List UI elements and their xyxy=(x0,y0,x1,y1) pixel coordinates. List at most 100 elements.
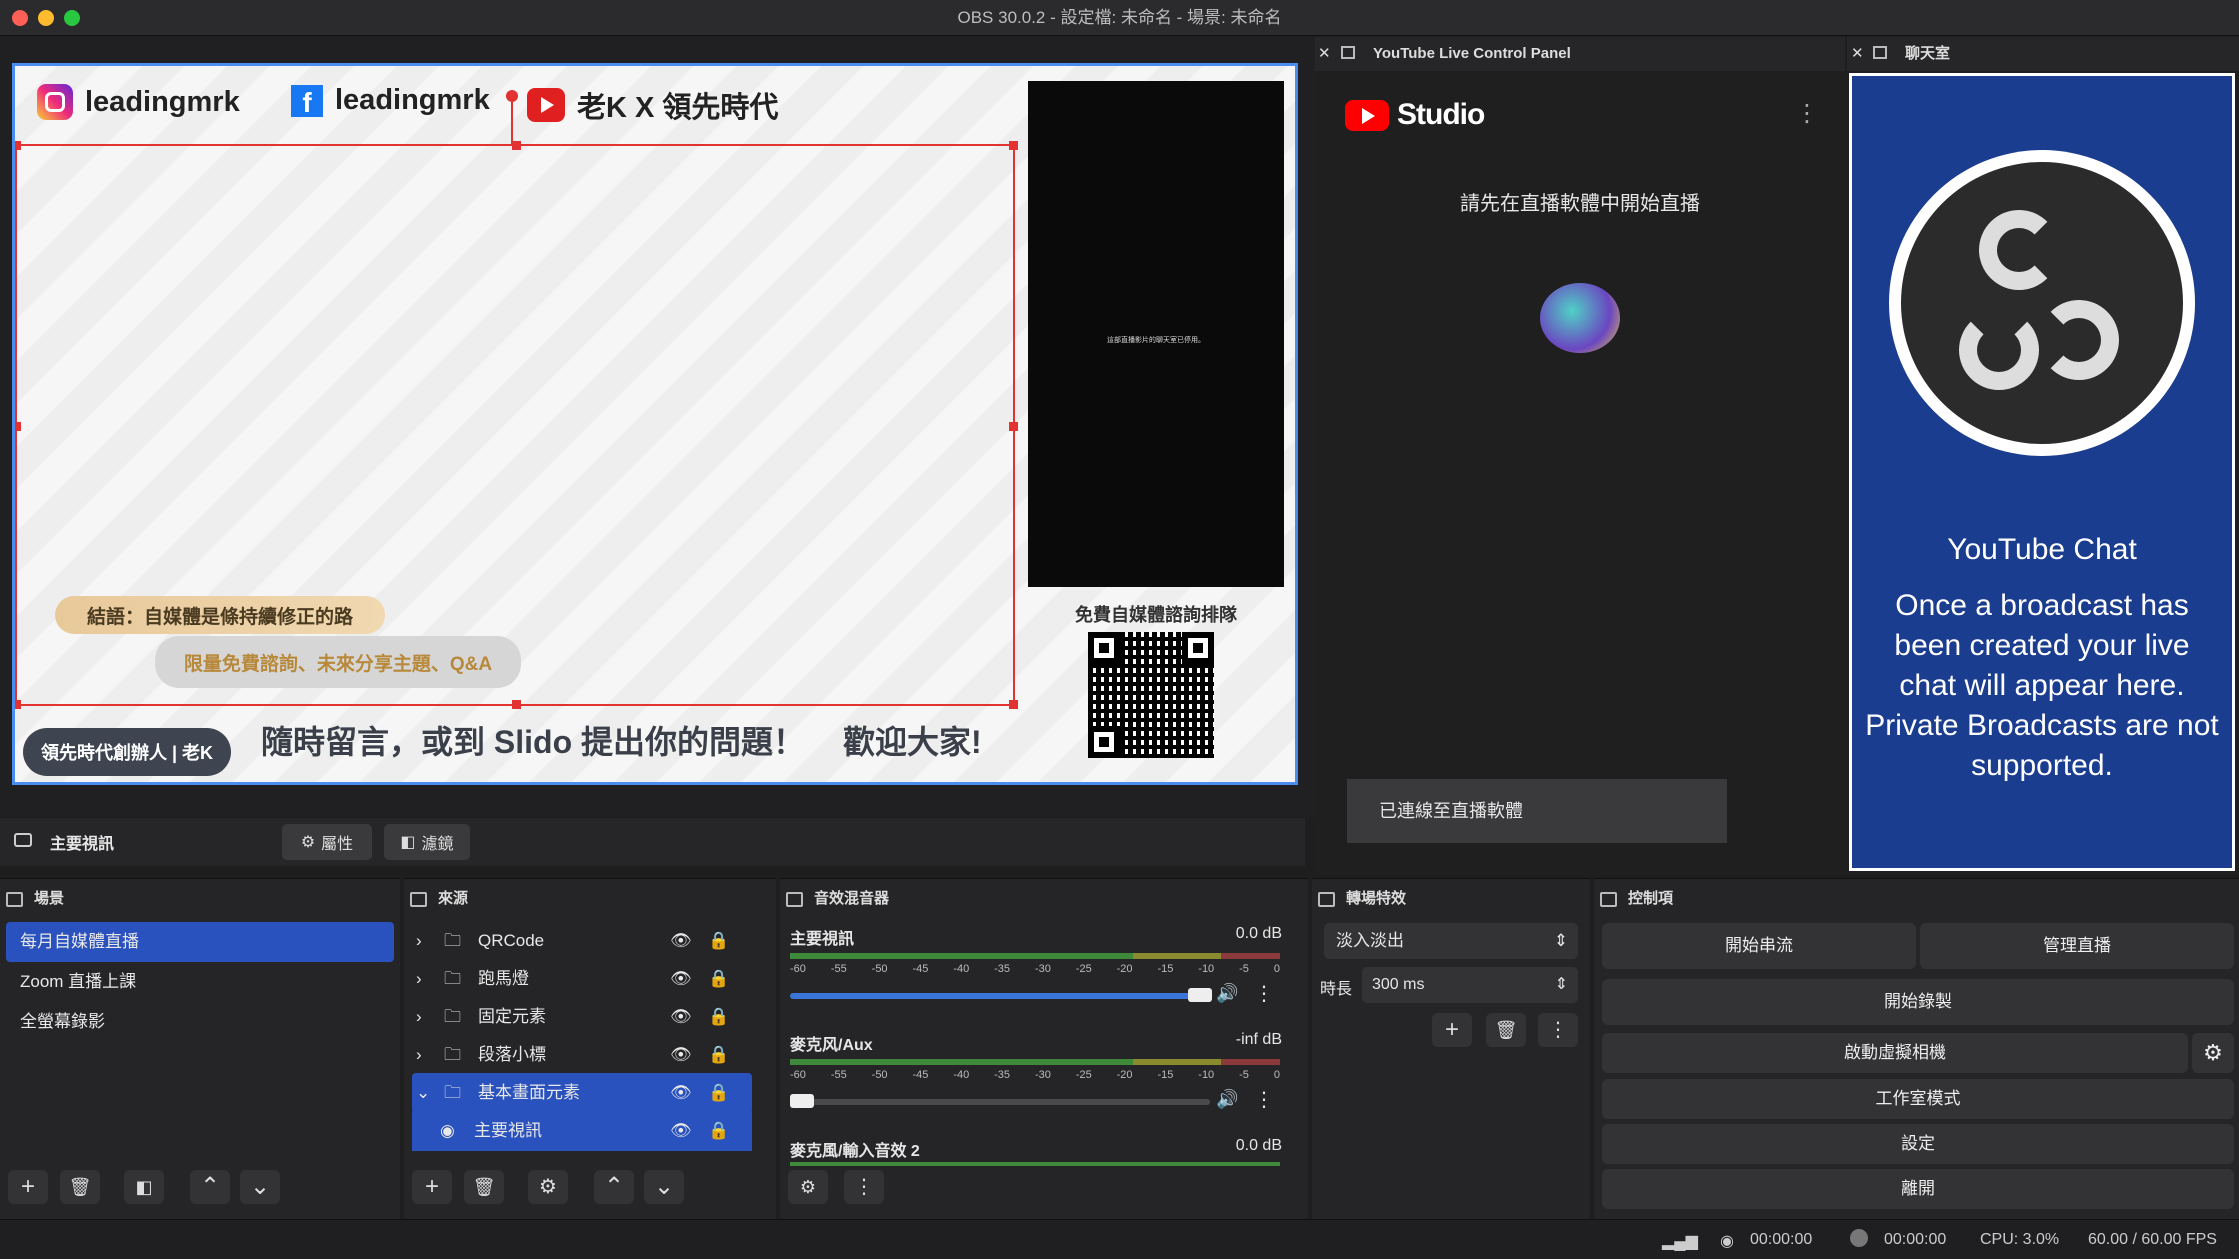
close-icon[interactable]: ✕ xyxy=(1318,37,1331,71)
add-scene-icon[interactable]: + xyxy=(8,1170,48,1204)
move-up-icon[interactable]: ⌃ xyxy=(190,1170,230,1204)
volume-meter xyxy=(790,1162,1280,1166)
add-source-icon[interactable]: + xyxy=(412,1170,452,1204)
preview-canvas[interactable]: leadingmrk f leadingmrk 老K X 領先時代 這部直播影片… xyxy=(12,63,1298,785)
lock-icon[interactable]: 🔒 xyxy=(708,921,729,961)
chevron-down-icon[interactable]: ⌄ xyxy=(416,1073,430,1113)
transition-menu-icon[interactable]: ⋮ xyxy=(1538,1013,1578,1047)
more-options-icon[interactable]: ⋮ xyxy=(1254,981,1274,1006)
resize-handle[interactable] xyxy=(512,141,521,150)
volume-slider[interactable] xyxy=(790,1099,1210,1105)
title-bar: OBS 30.0.2 - 設定檔: 未命名 - 場景: 未命名 xyxy=(0,0,2239,36)
resize-handle[interactable] xyxy=(512,700,521,709)
remove-scene-icon[interactable]: 🗑 xyxy=(60,1170,100,1204)
studio-mode-button[interactable]: 工作室模式 xyxy=(1602,1079,2234,1119)
add-transition-icon[interactable]: + xyxy=(1432,1013,1472,1047)
consult-pill: 限量免費諮詢、未來分享主題、Q&A xyxy=(155,636,521,688)
yt-message: 請先在直播軟體中開始直播 xyxy=(1460,193,1700,215)
more-options-icon[interactable]: ⋮ xyxy=(1795,99,1819,128)
source-label: 基本畫面元素 xyxy=(478,1083,580,1102)
start-recording-button[interactable]: 開始錄製 xyxy=(1602,979,2234,1025)
eye-icon[interactable]: 👁 xyxy=(670,921,692,961)
scene-item[interactable]: 全螢幕錄影 xyxy=(6,1002,394,1042)
eye-icon[interactable]: 👁 xyxy=(670,1111,692,1151)
chat-panel-title: 聊天室 xyxy=(1905,45,1951,62)
eye-icon[interactable]: 👁 xyxy=(670,997,692,1037)
eye-icon[interactable]: 👁 xyxy=(670,959,692,999)
resize-handle[interactable] xyxy=(1009,422,1018,431)
lock-icon[interactable]: 🔒 xyxy=(708,1035,729,1075)
source-item-child[interactable]: 主要視訊 ◉ 👁 🔒 xyxy=(412,1111,752,1151)
channel-db: -inf dB xyxy=(1235,1031,1282,1048)
move-up-icon[interactable]: ⌃ xyxy=(594,1170,634,1204)
youtube-icon xyxy=(527,88,565,122)
rotation-handle[interactable] xyxy=(506,90,518,102)
chat-panel: ✕ 聊天室 YouTube Chat Once a broadcast has … xyxy=(1847,37,2239,875)
exit-button[interactable]: 離開 xyxy=(1602,1169,2234,1209)
duration-value: 300 ms xyxy=(1372,976,1425,993)
resize-handle[interactable] xyxy=(15,141,21,150)
stepper-icon[interactable]: ⇕ xyxy=(1555,967,1568,1003)
resize-handle[interactable] xyxy=(15,422,21,431)
channel-name: 麥克风/Aux xyxy=(790,1037,873,1054)
scene-item[interactable]: Zoom 直播上課 xyxy=(6,962,394,1002)
chevron-right-icon[interactable]: › xyxy=(416,959,422,999)
virtual-camera-settings-icon[interactable]: ⚙ xyxy=(2192,1033,2234,1073)
source-item[interactable]: 跑馬燈 › 🗀 👁 🔒 xyxy=(416,959,756,999)
youtube-logo-icon xyxy=(1345,99,1389,131)
float-icon[interactable] xyxy=(1873,46,1887,59)
yt-panel-title: YouTube Live Control Panel xyxy=(1373,45,1571,62)
remove-transition-icon[interactable]: 🗑 xyxy=(1486,1013,1526,1047)
filters-button[interactable]: ◧ 濾鏡 xyxy=(384,824,470,860)
lock-icon[interactable]: 🔒 xyxy=(708,997,729,1037)
volume-slider-handle[interactable] xyxy=(790,1094,814,1108)
source-label: 主要視訊 xyxy=(474,1121,542,1140)
resize-handle[interactable] xyxy=(1009,141,1018,150)
source-properties-icon[interactable]: ⚙ xyxy=(528,1170,568,1204)
lock-icon[interactable]: 🔒 xyxy=(708,1073,729,1113)
mixer-menu-icon[interactable]: ⋮ xyxy=(844,1170,884,1204)
lock-icon[interactable]: 🔒 xyxy=(708,1111,729,1151)
source-item-selected[interactable]: 基本畫面元素 ⌄ 🗀 👁 🔒 xyxy=(412,1073,752,1113)
chevron-right-icon[interactable]: › xyxy=(416,1035,422,1075)
speaker-icon[interactable]: 🔊 xyxy=(1216,1089,1238,1110)
qr-label: 免費自媒體諮詢排隊 xyxy=(1075,605,1237,625)
move-down-icon[interactable]: ⌄ xyxy=(240,1170,280,1204)
filter-icon: ◧ xyxy=(400,834,416,851)
source-item[interactable]: 段落小標 › 🗀 👁 🔒 xyxy=(416,1035,756,1075)
source-item[interactable]: 固定元素 › 🗀 👁 🔒 xyxy=(416,997,756,1037)
move-down-icon[interactable]: ⌄ xyxy=(644,1170,684,1204)
properties-button[interactable]: ⚙ 屬性 xyxy=(282,824,372,860)
status-bar: ▂▄▆ ◉ 00:00:00 00:00:00 CPU: 3.0% 60.00 … xyxy=(0,1219,2239,1259)
manage-broadcast-button[interactable]: 管理直播 xyxy=(1920,923,2234,969)
settings-button[interactable]: 設定 xyxy=(1602,1124,2234,1164)
close-icon[interactable]: ✕ xyxy=(1851,37,1864,71)
scene-filters-icon[interactable]: ◧ xyxy=(124,1170,164,1204)
start-stream-button[interactable]: 開始串流 xyxy=(1602,923,1916,969)
volume-slider[interactable] xyxy=(790,993,1210,999)
resize-handle[interactable] xyxy=(15,700,21,709)
resize-handle[interactable] xyxy=(1009,700,1018,709)
volume-slider-handle[interactable] xyxy=(1188,988,1212,1002)
folder-icon: 🗀 xyxy=(444,1007,461,1026)
more-options-icon[interactable]: ⋮ xyxy=(1254,1087,1274,1112)
duration-field[interactable]: 300 ms ⇕ xyxy=(1362,967,1578,1003)
channel-db: 0.0 dB xyxy=(1235,925,1282,942)
virtual-camera-button[interactable]: 啟動虛擬相機 xyxy=(1602,1033,2188,1073)
lock-icon[interactable]: 🔒 xyxy=(708,959,729,999)
volume-meter xyxy=(790,1059,1280,1065)
folder-icon: 🗀 xyxy=(444,931,461,950)
float-icon[interactable] xyxy=(1341,46,1355,59)
eye-icon[interactable]: 👁 xyxy=(670,1073,692,1113)
transitions-dock: 轉場特效 淡入淡出 ⇕ 時長 300 ms ⇕ + 🗑 ⋮ xyxy=(1312,878,1590,1219)
preview-area[interactable]: leadingmrk f leadingmrk 老K X 領先時代 這部直播影片… xyxy=(0,37,1315,817)
source-item[interactable]: QRCode › 🗀 👁 🔒 xyxy=(416,921,756,961)
chevron-right-icon[interactable]: › xyxy=(416,997,422,1037)
speaker-icon[interactable]: 🔊 xyxy=(1216,983,1238,1004)
mixer-settings-icon[interactable]: ⚙ xyxy=(788,1170,828,1204)
remove-source-icon[interactable]: 🗑 xyxy=(464,1170,504,1204)
chevron-right-icon[interactable]: › xyxy=(416,921,422,961)
scene-item[interactable]: 每月自媒體直播 xyxy=(6,922,394,962)
eye-icon[interactable]: 👁 xyxy=(670,1035,692,1075)
transition-select[interactable]: 淡入淡出 ⇕ xyxy=(1324,923,1578,959)
